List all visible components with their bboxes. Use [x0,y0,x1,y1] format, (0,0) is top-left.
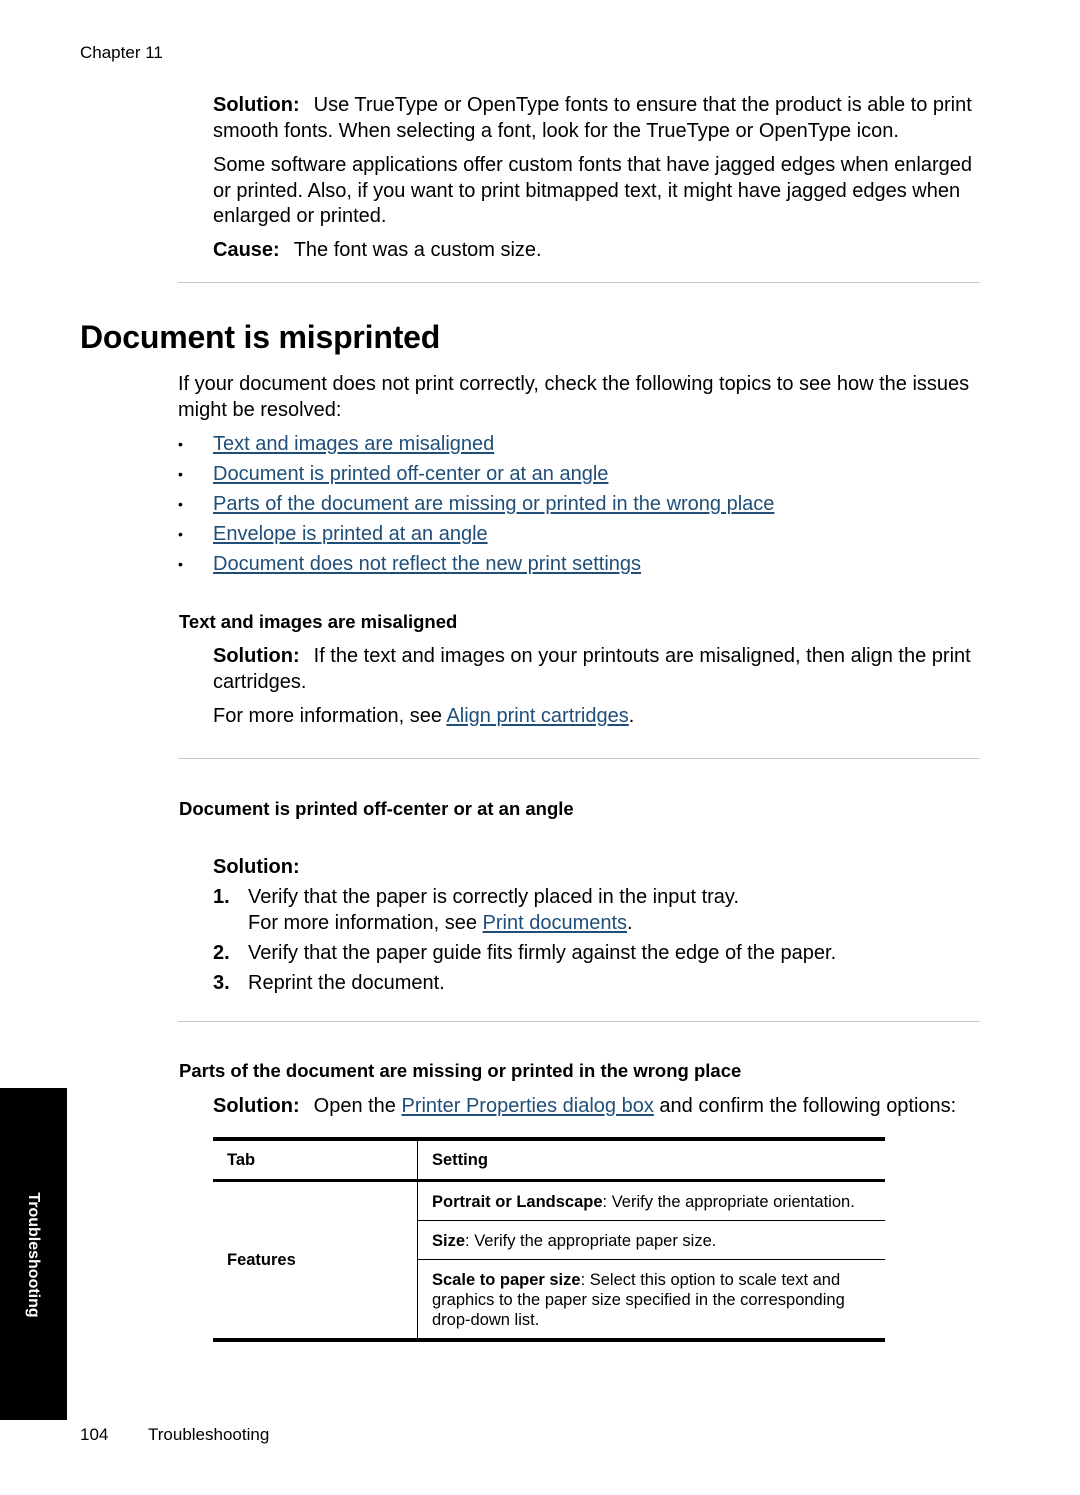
misaligned-solution: Solution: If the text and images on your … [213,644,983,695]
list-item: • Document is printed off-center or at an… [178,461,774,491]
step-text: Verify that the paper guide fits firmly … [248,942,837,964]
subsection-heading-offcenter: Document is printed off-center or at an … [179,798,574,819]
side-tab-troubleshooting: Troubleshooting [0,1088,67,1420]
bullet-icon: • [178,496,183,512]
prev-cause: Cause: The font was a custom size. [213,238,983,264]
solution-prefix: Open the [313,1095,402,1117]
bullet-icon: • [178,556,183,572]
list-item: • Document does not reflect the new print… [178,551,774,581]
solution-text: Use TrueType or OpenType fonts to ensure… [213,94,972,142]
settings-table: Tab Setting Features Portrait or Landsca… [213,1137,885,1342]
topic-link-offcenter[interactable]: Document is printed off-center or at an … [213,461,608,491]
list-item: • Envelope is printed at an angle [178,521,774,551]
prev-solution: Solution: Use TrueType or OpenType fonts … [213,93,983,144]
solution-label: Solution: [213,645,300,667]
align-cartridges-link[interactable]: Align print cartridges [446,705,628,727]
list-item: • Parts of the document are missing or pr… [178,491,774,521]
solution-label: Solution: [213,94,300,116]
table-header-row: Tab Setting [213,1139,885,1181]
chapter-label: Chapter 11 [80,43,163,62]
column-header-tab: Tab [213,1139,418,1181]
prev-note: Some software applications offer custom … [213,154,972,227]
solution-text: If the text and images on your printouts… [213,645,971,693]
topic-link-settings[interactable]: Document does not reflect the new print … [213,551,641,581]
step-number: 3. [213,972,230,994]
topic-list: • Text and images are misaligned • Documen… [178,431,774,581]
table-row: Features Portrait or Landscape: Verify t… [213,1180,885,1340]
step-number: 1. [213,886,230,908]
bullet-icon: • [178,526,183,542]
page-footer: 104 Troubleshooting [80,1425,269,1445]
footer-section: Troubleshooting [148,1425,270,1444]
divider [178,758,980,759]
print-documents-link[interactable]: Print documents [483,912,628,934]
step-item: 3. Reprint the document. [213,970,836,996]
step-item: 1. Verify that the paper is correctly pl… [213,884,836,936]
more-info-suffix: . [627,912,633,934]
bullet-icon: • [178,466,183,482]
more-info-prefix: For more information, see [213,705,447,727]
more-info-prefix: For more information, see [248,912,483,934]
step-sub-info: For more information, see Print document… [248,910,739,936]
divider [178,282,980,283]
bullet-icon: • [178,436,183,452]
more-info-suffix: . [628,705,635,727]
subsection-heading-misaligned: Text and images are misaligned [179,611,458,632]
setting-term: Portrait or Landscape [432,1193,603,1211]
subsection-heading-missing: Parts of the document are missing or pri… [179,1060,742,1081]
list-item: • Text and images are misaligned [178,431,774,461]
setting-cell: Portrait or Landscape: Verify the approp… [417,1180,885,1221]
divider [178,1021,980,1022]
solution-suffix: and confirm the following options: [653,1095,957,1117]
offcenter-solution-label: Solution: [213,856,300,878]
setting-desc: : Verify the appropriate orientation. [602,1193,855,1211]
step-text: Reprint the document. [248,972,445,994]
setting-cell: Scale to paper size: Select this option … [418,1260,886,1341]
side-tab-label: Troubleshooting [25,1192,42,1318]
setting-term: Size [432,1232,466,1250]
missing-solution: Solution: Open the Printer Properties dia… [213,1094,983,1120]
setting-cell: Size: Verify the appropriate paper size. [417,1220,885,1260]
step-number: 2. [213,942,230,964]
step-list: 1. Verify that the paper is correctly pl… [213,884,836,1000]
cause-label: Cause: [213,239,280,261]
topic-link-missing[interactable]: Parts of the document are missing or pri… [213,491,774,521]
printer-properties-link[interactable]: Printer Properties dialog box [401,1095,653,1117]
solution-label: Solution: [213,1095,300,1117]
page-title: Document is misprinted [80,319,441,355]
tab-cell-features: Features [213,1180,418,1340]
step-text: Verify that the paper is correctly place… [248,886,739,908]
section-intro: If your document does not print correctl… [178,373,970,421]
misaligned-more-info: For more information, see Align print ca… [213,704,983,730]
page-number: 104 [80,1425,109,1444]
setting-desc: : Verify the appropriate paper size. [465,1232,717,1250]
cause-text: The font was a custom size. [293,239,542,261]
step-item: 2. Verify that the paper guide fits firm… [213,940,836,966]
setting-term: Scale to paper size [432,1271,581,1289]
topic-link-misaligned[interactable]: Text and images are misaligned [213,431,494,461]
topic-link-envelope[interactable]: Envelope is printed at an angle [213,521,488,551]
column-header-setting: Setting [432,1150,488,1169]
